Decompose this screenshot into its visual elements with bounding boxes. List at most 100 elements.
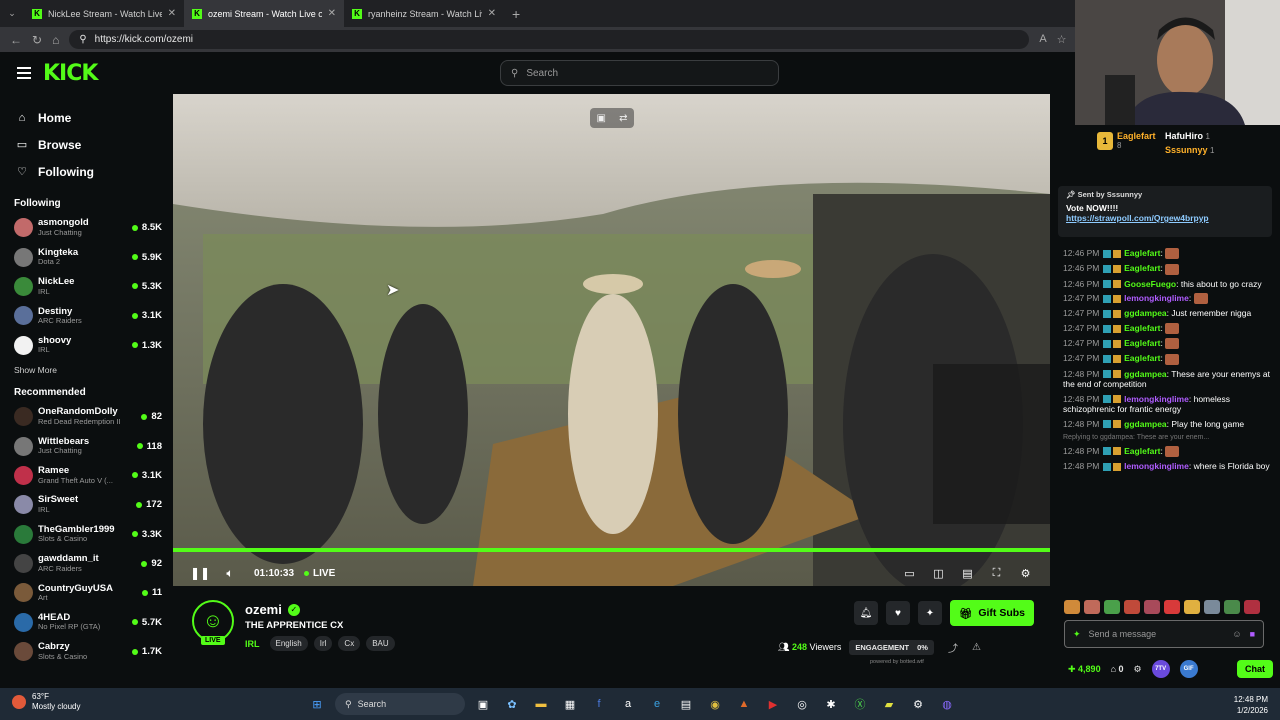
message-username[interactable]: lemongkinglime	[1124, 461, 1189, 471]
sticky-notes-icon[interactable]: ▰	[878, 693, 900, 715]
message-username[interactable]: Eaglefart	[1124, 446, 1160, 456]
close-tab-icon[interactable]: ✕	[488, 8, 496, 19]
chat-settings-gear-icon[interactable]: ⚙	[1134, 664, 1142, 675]
emote-icon[interactable]	[1244, 600, 1260, 614]
tag-chip[interactable]: English	[269, 636, 308, 651]
browser-tab-ryanheinz[interactable]: K ryanheinz Stream - Watch Live on Kick …	[344, 0, 504, 27]
obs-icon[interactable]: ◍	[936, 693, 958, 715]
streamer-name[interactable]: ozemi ✓	[245, 602, 300, 617]
message-username[interactable]: ggdampea	[1124, 419, 1167, 429]
emote-icon[interactable]	[1104, 600, 1120, 614]
file-explorer-icon[interactable]: ▬	[530, 693, 552, 715]
sidebar-channel[interactable]: asmongold Just Chatting 8.5K	[0, 213, 173, 242]
copilot-icon[interactable]: ✿	[501, 693, 523, 715]
leader-name[interactable]: Sssunnyy	[1165, 145, 1208, 155]
edge-icon[interactable]: e	[646, 693, 668, 715]
message-username[interactable]: Eaglefart	[1124, 263, 1160, 273]
show-more-link[interactable]: Show More	[0, 360, 173, 380]
sidebar-channel[interactable]: 4HEAD No Pixel RP (GTA) 5.7K	[0, 608, 173, 637]
message-username[interactable]: ggdampea	[1124, 369, 1167, 379]
sidebar-channel[interactable]: Destiny ARC Raiders 3.1K	[0, 301, 173, 330]
video-player[interactable]: ▣ ⇄ ➤ ❚❚ 🔈︎ 01:10:33 LIVE ▭ ◫ ▤ ⛶ ⚙	[173, 94, 1050, 586]
nav-home[interactable]: ⌂ Home	[0, 104, 173, 131]
fullscreen-icon[interactable]: ⛶	[988, 567, 1005, 580]
browser-tab-nicklee[interactable]: K NickLee Stream - Watch Live on Kick ✕	[24, 0, 184, 27]
gift-subs-button[interactable]: 🎁︎ Gift Subs	[949, 600, 1034, 626]
emoji-icon[interactable]: ☺	[1232, 629, 1241, 639]
gifts-count[interactable]: ⌂ 0	[1111, 664, 1124, 674]
theater-mode-icon[interactable]: ▤	[959, 567, 976, 580]
close-tab-icon[interactable]: ✕	[328, 8, 336, 19]
message-username[interactable]: ggdampea	[1124, 308, 1167, 318]
kick-logo[interactable]: KICK	[43, 61, 98, 86]
tab-list-menu[interactable]: ⌄	[0, 8, 24, 19]
reload-icon[interactable]: ↻	[32, 33, 42, 47]
message-username[interactable]: GooseFuego	[1124, 279, 1176, 289]
sidebar-channel[interactable]: TheGambler1999 Slots & Casino 3.3K	[0, 520, 173, 549]
channel-points[interactable]: ✚ 4,890	[1068, 664, 1101, 675]
clip-record-icon[interactable]: ◫	[930, 567, 947, 580]
task-view-icon[interactable]: ▣	[472, 693, 494, 715]
sidebar-channel[interactable]: Wittlebears Just Chatting 118	[0, 431, 173, 460]
xbox-icon[interactable]: Ⓧ	[849, 693, 871, 715]
settings-icon[interactable]: ⚙	[907, 693, 929, 715]
notification-bell-icon[interactable]: 🔔︎	[853, 601, 878, 625]
emote-icon[interactable]	[1124, 600, 1140, 614]
sidebar-channel[interactable]: CountryGuyUSA Art 11	[0, 578, 173, 607]
url-field[interactable]: ⚲ https://kick.com/ozemi	[69, 30, 1030, 49]
report-icon[interactable]: ⚠	[972, 642, 981, 653]
sidebar-channel[interactable]: OneRandomDolly Red Dead Redemption II 82	[0, 402, 173, 431]
youtube-icon[interactable]: ▶	[762, 693, 784, 715]
tag-chip[interactable]: BAU	[366, 636, 395, 651]
sidebar-channel[interactable]: shoovy IRL 1.3K	[0, 331, 173, 360]
message-username[interactable]: Eaglefart	[1124, 248, 1160, 258]
start-windows-icon[interactable]: ⊞	[306, 693, 328, 715]
stream-category[interactable]: IRL	[245, 639, 260, 649]
app-icon[interactable]: ✱	[820, 693, 842, 715]
back-icon[interactable]: ←	[10, 33, 22, 47]
pinned-link[interactable]: https://strawpoll.com/Qrgew4brpyp	[1066, 213, 1264, 223]
taskbar-search[interactable]: ⚲ Search	[335, 693, 465, 715]
sidebar-channel[interactable]: Kingteka Dota 2 5.9K	[0, 242, 173, 271]
calculator-icon[interactable]: ▤	[675, 693, 697, 715]
facebook-icon[interactable]: f	[588, 693, 610, 715]
emote-icon[interactable]	[1144, 600, 1160, 614]
weather-widget[interactable]: 63°F Mostly cloudy	[12, 692, 80, 712]
sidebar-channel[interactable]: Ramee Grand Theft Auto V (... 3.1K	[0, 461, 173, 490]
message-username[interactable]: lemongkinglime	[1124, 394, 1189, 404]
message-username[interactable]: lemongkinglime	[1124, 293, 1189, 303]
tag-chip[interactable]: Irl	[313, 636, 333, 651]
sparkle-icon[interactable]: ✦	[1073, 629, 1081, 640]
menu-icon[interactable]	[17, 67, 31, 79]
vlc-icon[interactable]: ▲	[733, 693, 755, 715]
taskbar-clock[interactable]: 12:48 PM 1/2/2026	[1234, 694, 1268, 716]
pinned-sender-name[interactable]: Sssunnyy	[1107, 190, 1142, 199]
boost-icon[interactable]: ✦	[917, 601, 942, 625]
message-username[interactable]: Eaglefart	[1124, 323, 1160, 333]
home-icon[interactable]: ⌂	[52, 33, 59, 47]
new-tab-button[interactable]: +	[504, 6, 528, 22]
pause-button[interactable]: ❚❚	[190, 566, 210, 580]
ext-icon-gif[interactable]: GIF	[1179, 660, 1198, 678]
emote-icon[interactable]	[1164, 600, 1180, 614]
store-icon[interactable]: ▦	[559, 693, 581, 715]
chrome-icon[interactable]: ◉	[704, 693, 726, 715]
settings-gear-icon[interactable]: ⚙	[1017, 567, 1034, 580]
live-indicator[interactable]: LIVE	[304, 568, 335, 579]
playback-progress-bar[interactable]	[173, 548, 1050, 552]
miniplayer-icon[interactable]: ▭	[901, 567, 918, 580]
sidebar-channel[interactable]: Cabrzy Slots & Casino 1.7K	[0, 637, 173, 666]
emote-icon[interactable]	[1224, 600, 1240, 614]
volume-icon[interactable]: 🔈︎	[220, 566, 240, 581]
favorite-star-icon[interactable]: ☆	[1057, 33, 1067, 46]
close-tab-icon[interactable]: ✕	[168, 8, 176, 19]
kick-emote-icon[interactable]: ■	[1250, 629, 1255, 639]
tag-chip[interactable]: Cx	[338, 636, 361, 651]
ext-icon-7tv[interactable]: 7TV	[1151, 660, 1170, 678]
chat-message-input[interactable]: ✦ Send a message ☺ ■	[1064, 620, 1264, 648]
nav-following[interactable]: ♡ Following	[0, 158, 173, 185]
sidebar-channel[interactable]: NickLee IRL 5.3K	[0, 272, 173, 301]
message-username[interactable]: Eaglefart	[1124, 338, 1160, 348]
leader-name[interactable]: HafuHiro	[1165, 131, 1203, 141]
steam-icon[interactable]: ◎	[791, 693, 813, 715]
